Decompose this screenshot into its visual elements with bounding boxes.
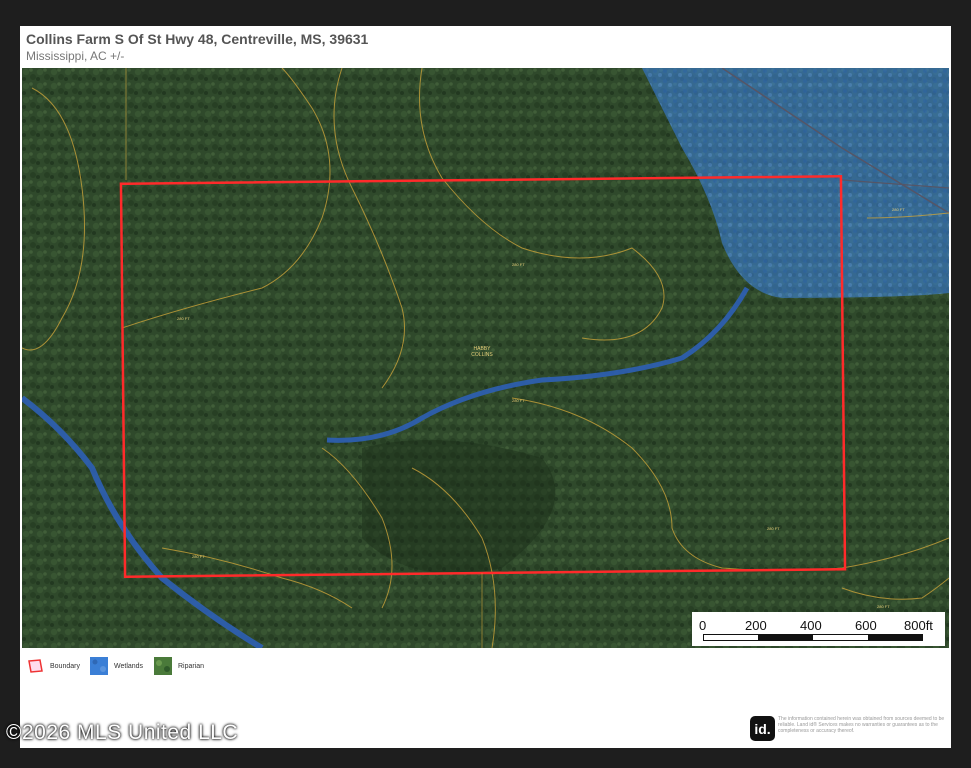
contour-label: 280 FT [512,398,525,403]
scale-segment [704,635,758,640]
scale-labels: 0 200 400 600 800ft [692,618,945,633]
scale-bar: 0 200 400 600 800ft [692,612,945,646]
page-title: Collins Farm S Of St Hwy 48, Centreville… [26,31,369,47]
map-canvas: HABBY COLLINS 280 FT 280 FT 280 FT 280 F… [22,68,949,648]
contour-label: 280 FT [192,554,205,559]
owner-label: COLLINS [471,352,493,358]
contour-label: 280 FT [892,207,905,212]
wetlands-icon [90,657,108,675]
aerial-map[interactable]: HABBY COLLINS 280 FT 280 FT 280 FT 280 F… [22,68,949,648]
legend-label: Boundary [50,662,80,670]
page-subtitle: Mississippi, AC +/- [26,49,125,63]
legend-label: Wetlands [114,662,144,670]
scale-tick-label: 600 [855,618,877,633]
legend-item-wetlands: Wetlands [90,656,143,676]
contour-label: 280 FT [512,262,525,267]
legend-item-riparian: Riparian [154,656,204,676]
scale-segment [868,635,922,640]
boundary-icon [28,659,43,673]
scale-track [703,634,923,641]
scale-segment [813,635,868,640]
map-sheet: Collins Farm S Of St Hwy 48, Centreville… [20,26,951,748]
landid-logo: id. [750,716,775,741]
scale-segment [758,635,813,640]
scale-tick-label: 800ft [904,618,933,633]
copyright-watermark: ©2026 MLS United LLC [6,721,239,744]
disclaimer-text: The information contained herein was obt… [778,716,945,734]
scale-tick-label: 400 [800,618,822,633]
legend-item-boundary: Boundary [26,656,80,676]
riparian-icon [154,657,172,675]
contour-label: 280 FT [177,316,190,321]
contour-label: 280 FT [877,604,890,609]
contour-label: 280 FT [767,526,780,531]
scale-tick-label: 0 [699,618,707,633]
map-legend: Boundary Wetlands Riparian [26,656,326,676]
legend-label: Riparian [178,662,205,670]
scale-tick-label: 200 [745,618,767,633]
